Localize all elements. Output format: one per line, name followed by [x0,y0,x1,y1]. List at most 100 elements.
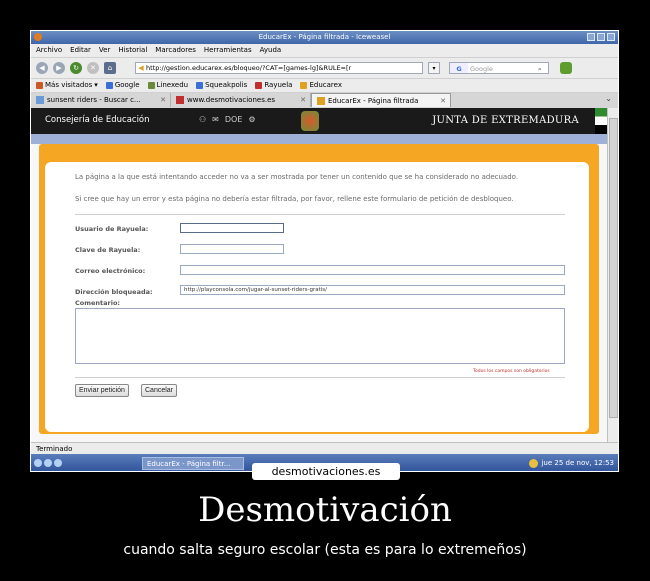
window-controls [587,33,615,41]
bookmark-mas-visitados[interactable]: Más visitados ▾ [36,79,98,92]
junta-title: JUNTA DE EXTREMADURA [432,115,579,126]
header-stripe [31,134,607,144]
header-icons: ⚇ ✉ DOE ⚙ [199,115,256,124]
divider [75,377,565,378]
menu-archivo[interactable]: Archivo [36,44,62,57]
unblock-message: Si cree que hay un error y esta página n… [75,195,514,203]
search-icon[interactable]: ⌕ [538,63,548,73]
tab-close-icon[interactable]: ✕ [300,93,306,107]
squeakpolis-icon [196,82,204,89]
status-bar: Terminado [31,442,618,454]
required-note: Todos los campos son obligatorios [473,369,550,374]
search-engine-icon[interactable]: G [450,63,468,73]
minimize-icon[interactable] [587,33,595,41]
cancel-button[interactable]: Cancelar [141,384,178,397]
junta-header: Consejería de Educación ⚇ ✉ DOE ⚙ JUNTA … [31,108,607,134]
send-request-button[interactable]: Enviar petición [75,384,129,397]
system-tray: jue 25 de nov, 12:53 [529,458,614,468]
consejeria-title: Consejería de Educación [45,115,150,125]
educarex-icon [300,82,308,89]
menu-ver[interactable]: Ver [99,44,110,57]
menu-editar[interactable]: Editar [70,44,91,57]
reload-icon[interactable]: ↻ [70,62,82,74]
vertical-scrollbar[interactable] [607,108,618,442]
mail-icon[interactable]: ✉ [212,115,219,124]
back-icon[interactable]: ◀ [36,62,48,74]
home-icon[interactable]: ⌂ [104,62,116,74]
google-icon [105,82,113,89]
rayuela-icon [255,82,263,89]
launcher-icon[interactable] [44,459,52,467]
close-icon[interactable] [607,33,615,41]
stop-icon[interactable]: ✕ [87,62,99,74]
menu-historial[interactable]: Historial [118,44,147,57]
direccion-label: Dirección bloqueada: [75,288,153,296]
watermark: desmotivaciones.es [252,463,400,480]
bookmark-squeakpolis[interactable]: Squeakpolis [196,79,247,92]
window-title: EducarEx - Página filtrada - Iceweasel [258,33,391,41]
quick-launch [31,456,68,470]
url-bar[interactable]: ◀ http://gestion.educarex.es/bloqueo/?CA… [135,62,423,74]
url-text[interactable]: http://gestion.educarex.es/bloqueo/?CAT=… [146,62,422,74]
clave-input[interactable] [180,244,284,254]
menu-ayuda[interactable]: Ayuda [260,44,282,57]
scroll-thumb[interactable] [609,118,618,418]
chevron-down-icon[interactable]: ⌄ [605,94,612,103]
browser-app-icon [34,33,42,41]
usuario-label: Usuario de Rayuela: [75,225,149,233]
correo-label: Correo electrónico: [75,267,146,275]
usuario-input[interactable] [180,223,284,233]
bookmark-linexedu[interactable]: Linexedu [147,79,188,92]
site-favicon-icon: ◀ [138,64,144,72]
tab-close-icon[interactable]: ✕ [160,93,166,107]
menu-marcadores[interactable]: Marcadores [155,44,196,57]
junta-crest-icon [301,111,319,131]
tab-strip: sunsent riders - Buscar c... ✕ www.desmo… [31,93,618,109]
search-box[interactable]: G Google ⌕ [449,62,549,74]
page-content: Consejería de Educación ⚇ ✉ DOE ⚙ JUNTA … [31,108,607,442]
tab-sunset-riders[interactable]: sunsent riders - Buscar c... ✕ [31,93,171,107]
poster-title: Desmotivación [198,490,452,530]
extremadura-flag-icon [595,108,607,134]
launcher-icon[interactable] [34,459,42,467]
divider [75,214,565,215]
direccion-input[interactable]: http://playconsola.com/jugar-al-sunset-r… [180,285,565,295]
gear-icon[interactable]: ⚙ [248,115,255,124]
window-titlebar[interactable]: EducarEx - Página filtrada - Iceweasel [31,31,618,44]
launcher-icon[interactable] [54,459,62,467]
tab-close-icon[interactable]: ✕ [440,94,446,107]
tray-icon[interactable] [529,458,539,468]
blocked-message: La página a la que está intentando acced… [75,173,519,181]
people-icon[interactable]: ⚇ [199,115,206,124]
menu-bar: Archivo Editar Ver Historial Marcadores … [31,44,618,58]
educarex-tab-icon [317,96,325,105]
url-dropdown-icon[interactable]: ▾ [428,62,440,74]
comentario-label: Comentario: [75,299,121,307]
search-tab-icon [36,96,44,104]
tab-educarex[interactable]: EducarEx - Página filtrada ✕ [311,93,451,107]
maximize-icon[interactable] [597,33,605,41]
doe-link[interactable]: DOE [225,115,243,124]
tab-desmotivaciones[interactable]: www.desmotivaciones.es ✕ [171,93,311,107]
search-input[interactable]: Google [468,63,538,73]
taskbar-window-button[interactable]: EducarEx - Página filtr... [142,456,244,470]
poster-subtitle: cuando salta seguro escolar (esta es par… [123,542,527,558]
clock[interactable]: jue 25 de nov, 12:53 [541,459,614,467]
bookmark-google[interactable]: Google [105,79,140,92]
status-text: Terminado [36,445,73,453]
screenshot-frame: EducarEx - Página filtrada - Iceweasel A… [30,30,619,472]
desmotivaciones-tab-icon [176,96,184,104]
navigation-toolbar: ◀ ▶ ↻ ✕ ⌂ ◀ http://gestion.educarex.es/b… [31,58,618,79]
linexedu-icon [147,82,155,89]
forward-icon[interactable]: ▶ [53,62,65,74]
bookmarks-toolbar: Más visitados ▾ Google Linexedu Squeakpol… [31,79,618,93]
bookmark-rayuela[interactable]: Rayuela [255,79,292,92]
filter-panel: La página a la que está intentando acced… [45,162,589,432]
menu-herramientas[interactable]: Herramientas [204,44,252,57]
folder-icon [36,82,43,89]
comentario-textarea[interactable] [75,308,565,364]
bookmark-educarex[interactable]: Educarex [300,79,342,92]
clave-label: Clave de Rayuela: [75,246,141,254]
correo-input[interactable] [180,265,565,275]
addon-icon[interactable] [560,62,572,74]
